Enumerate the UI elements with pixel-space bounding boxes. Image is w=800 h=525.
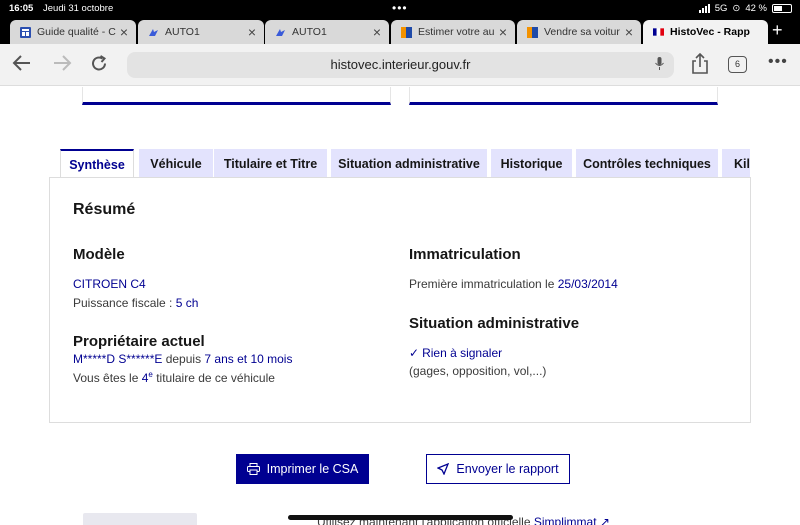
orange-flag-icon bbox=[401, 26, 412, 38]
url-text: histovec.interieur.gouv.fr bbox=[330, 57, 471, 72]
admin-heading: Situation administrative bbox=[409, 315, 580, 332]
owner-rank: Vous êtes le 4e titulaire de ce véhicule bbox=[73, 370, 275, 385]
info-card bbox=[82, 87, 391, 105]
tab-controles[interactable]: Contrôles techniques bbox=[576, 149, 718, 178]
admin-status: ✓ Rien à signaler bbox=[409, 346, 502, 360]
close-tab-icon[interactable]: × bbox=[248, 24, 256, 40]
send-report-button[interactable]: Envoyer le rapport bbox=[426, 454, 570, 484]
status-date: Jeudi 31 octobre bbox=[43, 3, 114, 14]
report-tabs: Synthèse Véhicule Titulaire et Titre Sit… bbox=[60, 149, 750, 178]
browser-tab[interactable]: Guide qualité - C × bbox=[10, 20, 136, 44]
fiscal-power-label: Puissance fiscale : bbox=[73, 296, 176, 310]
close-tab-icon[interactable]: × bbox=[373, 24, 381, 40]
owner-line: M*****D S******E depuis 7 ans et 10 mois bbox=[73, 352, 292, 366]
signal-icon bbox=[698, 4, 710, 13]
microphone-icon[interactable] bbox=[655, 57, 664, 70]
print-csa-label: Imprimer le CSA bbox=[266, 462, 359, 476]
new-tab-icon[interactable]: + bbox=[772, 20, 783, 41]
url-field[interactable]: histovec.interieur.gouv.fr bbox=[127, 52, 674, 78]
simplimmat-link[interactable]: Simplimmat bbox=[534, 515, 597, 525]
orange-flag-icon bbox=[527, 26, 538, 38]
external-link-icon: ↗ bbox=[596, 515, 610, 525]
status-bar: 16:05 Jeudi 31 octobre ••• 5G ⊙ 42 % bbox=[0, 0, 800, 18]
status-time: 16:05 bbox=[9, 3, 34, 14]
address-bar: histovec.interieur.gouv.fr 6 ••• bbox=[0, 44, 800, 86]
battery-percent: 42 % bbox=[745, 3, 767, 14]
owner-rank-prefix: Vous êtes le bbox=[73, 371, 142, 385]
tab-historique[interactable]: Historique bbox=[491, 149, 572, 178]
home-indicator[interactable] bbox=[288, 515, 513, 520]
close-tab-icon[interactable]: × bbox=[120, 24, 128, 40]
auto1-icon bbox=[275, 27, 286, 38]
battery-icon bbox=[772, 4, 792, 13]
browser-tab-active[interactable]: HistoVec - Rapp bbox=[643, 20, 768, 44]
browser-tab-strip: Guide qualité - C × AUTO1 × AUTO1 × Esti… bbox=[0, 18, 800, 44]
printer-icon bbox=[246, 463, 260, 475]
info-card bbox=[409, 87, 718, 105]
model-name: CITROEN C4 bbox=[73, 277, 146, 291]
fiscal-power-value: 5 ch bbox=[175, 296, 199, 310]
print-csa-button[interactable]: Imprimer le CSA bbox=[236, 454, 369, 484]
first-registration-label: Première immatriculation le bbox=[409, 277, 558, 291]
check-icon: ✓ bbox=[409, 346, 420, 360]
tab-titulaire[interactable]: Titulaire et Titre bbox=[214, 149, 327, 178]
close-tab-icon[interactable]: × bbox=[625, 24, 633, 40]
owner-since-label: depuis bbox=[162, 352, 205, 366]
registration-heading: Immatriculation bbox=[409, 246, 521, 263]
tab-synthese[interactable]: Synthèse bbox=[60, 149, 134, 178]
close-tab-icon[interactable]: × bbox=[499, 24, 507, 40]
first-registration-date: 25/03/2014 bbox=[557, 277, 618, 291]
tab-count-button[interactable]: 6 bbox=[728, 56, 747, 73]
tab-situation[interactable]: Situation administrative bbox=[331, 149, 487, 178]
forward-icon[interactable] bbox=[52, 54, 72, 78]
browser-tab[interactable]: AUTO1 × bbox=[138, 20, 264, 44]
browser-tab-title: HistoVec - Rapp bbox=[670, 26, 750, 38]
back-icon[interactable] bbox=[12, 54, 32, 78]
orientation-lock-icon: ⊙ bbox=[732, 3, 741, 14]
more-options-icon[interactable]: ••• bbox=[768, 53, 788, 71]
model-heading: Modèle bbox=[73, 246, 125, 263]
footer-illustration bbox=[83, 513, 197, 525]
admin-status-text: Rien à signaler bbox=[422, 346, 503, 360]
reload-icon[interactable] bbox=[90, 54, 109, 79]
first-registration: Première immatriculation le 25/03/2014 bbox=[409, 277, 618, 291]
owner-name: M*****D S******E bbox=[73, 352, 163, 366]
multitasking-dots-icon[interactable]: ••• bbox=[392, 1, 408, 15]
owner-heading: Propriétaire actuel bbox=[73, 333, 205, 350]
browser-tab[interactable]: Estimer votre au × bbox=[391, 20, 515, 44]
french-flag-icon bbox=[653, 27, 664, 38]
tab-kilometrage[interactable]: Kil bbox=[722, 149, 750, 178]
page-content: Synthèse Véhicule Titulaire et Titre Sit… bbox=[0, 87, 800, 525]
share-icon[interactable] bbox=[690, 53, 710, 75]
browser-tab[interactable]: Vendre sa voitur × bbox=[517, 20, 641, 44]
tab-vehicule[interactable]: Véhicule bbox=[139, 149, 213, 178]
owner-rank-tail: titulaire de ce véhicule bbox=[152, 371, 275, 385]
network-label: 5G bbox=[714, 3, 728, 14]
owner-since-value: 7 ans et 10 mois bbox=[204, 352, 293, 366]
summary-title: Résumé bbox=[73, 201, 136, 218]
send-icon bbox=[437, 463, 450, 475]
grid-icon bbox=[20, 26, 31, 38]
auto1-icon bbox=[148, 27, 159, 38]
admin-details: (gages, opposition, vol,...) bbox=[409, 364, 547, 378]
send-report-label: Envoyer le rapport bbox=[456, 462, 559, 476]
browser-tab[interactable]: AUTO1 × bbox=[265, 20, 389, 44]
fiscal-power: Puissance fiscale : 5 ch bbox=[73, 296, 198, 310]
